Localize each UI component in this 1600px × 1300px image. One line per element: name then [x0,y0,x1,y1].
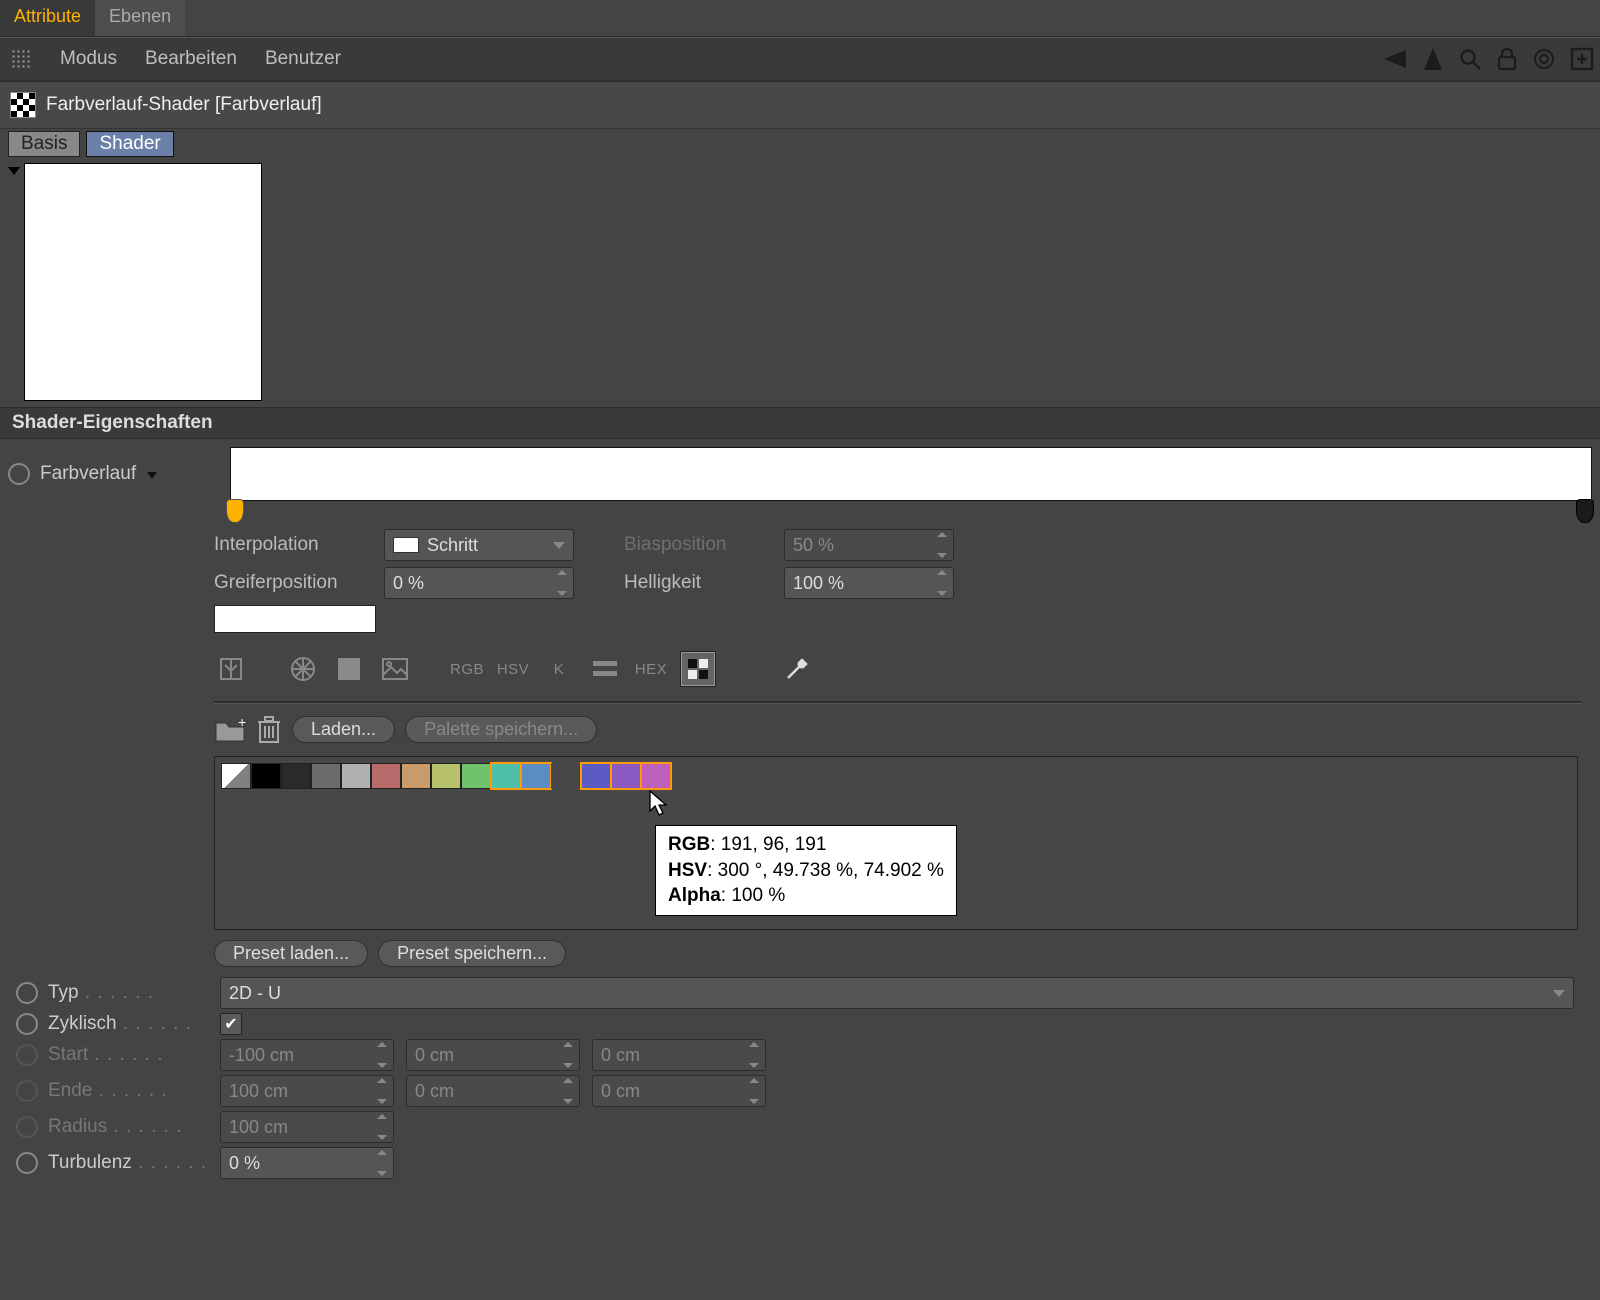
label-end: Ende [48,1080,92,1101]
svg-text:+: + [238,715,246,730]
palette-swatch[interactable] [641,763,671,789]
palette-swatch[interactable] [401,763,431,789]
load-preset-button[interactable]: Preset laden... [214,940,368,967]
mode-hsv-button[interactable]: HSV [496,652,530,686]
target-icon[interactable] [1532,47,1556,71]
label-gradient: Farbverlauf [40,463,220,485]
label-radius: Radius [48,1116,107,1137]
palette-swatch[interactable] [491,763,521,789]
menu-mode[interactable]: Modus [46,48,131,70]
field-start-x: -100 cm [220,1039,394,1071]
label-cyclic: Zyklisch [48,1013,117,1034]
shader-checker-icon [10,92,36,118]
swatch-white-icon [393,537,419,553]
param-knob-radius [16,1116,38,1138]
lock-icon[interactable] [1496,47,1518,71]
field-bias: 50 % [784,529,954,561]
nav-back-icon[interactable] [1382,48,1408,70]
param-knob-cyclic[interactable] [16,1013,38,1035]
palette-swatch[interactable] [581,763,611,789]
collapse-preview-icon[interactable] [8,167,20,175]
field-start-z: 0 cm [592,1039,766,1071]
eyedropper-icon[interactable] [780,652,814,686]
field-brightness[interactable]: 100 % [784,567,954,599]
field-end-x: 100 cm [220,1075,394,1107]
field-turbulence[interactable]: 0 % [220,1147,394,1179]
chevron-down-icon [553,542,565,549]
label-turbulence: Turbulenz [48,1152,132,1173]
gradient-menu-icon[interactable] [147,472,157,479]
new-folder-icon[interactable]: + [214,715,246,743]
tab-layers[interactable]: Ebenen [95,0,185,36]
param-knob-start [16,1044,38,1066]
menu-edit[interactable]: Bearbeiten [131,48,251,70]
palette-swatch[interactable] [551,763,581,789]
field-radius: 100 cm [220,1111,394,1143]
subtab-basis[interactable]: Basis [8,131,80,157]
section-shader-props: Shader-Eigenschaften [0,407,1600,439]
add-panel-icon[interactable] [1570,47,1594,71]
search-icon[interactable] [1458,47,1482,71]
param-knob-turbulence[interactable] [16,1152,38,1174]
label-brightness: Helligkeit [624,572,774,594]
nav-up-icon[interactable] [1422,46,1444,72]
palette-box: RGB: 191, 96, 191 HSV: 300 °, 49.738 %, … [214,756,1578,930]
field-end-y: 0 cm [406,1075,580,1107]
field-start-y: 0 cm [406,1039,580,1071]
palette-swatch[interactable] [341,763,371,789]
palette-swatch[interactable] [221,763,251,789]
clamp-icon[interactable] [214,652,248,686]
palette-swatch[interactable] [431,763,461,789]
param-knob-gradient[interactable] [8,463,30,485]
save-palette-button[interactable]: Palette speichern... [405,716,597,743]
gradient-handle-right[interactable] [1576,499,1594,523]
color-tooltip: RGB: 191, 96, 191 HSV: 300 °, 49.738 %, … [655,825,957,916]
mode-swatches-button[interactable] [680,651,716,687]
mode-sliders-icon[interactable] [588,652,622,686]
load-palette-button[interactable]: Laden... [292,716,395,743]
save-preset-button[interactable]: Preset speichern... [378,940,566,967]
palette-swatch[interactable] [461,763,491,789]
mode-k-button[interactable]: K [542,652,576,686]
view-grid-icon[interactable] [10,48,32,70]
subtab-shader[interactable]: Shader [86,131,173,157]
mode-rgb-button[interactable]: RGB [450,652,484,686]
palette-swatch[interactable] [521,763,551,789]
menu-bar: Modus Bearbeiten Benutzer [0,37,1600,82]
label-type: Typ [48,982,79,1003]
param-knob-type[interactable] [16,982,38,1004]
gradient-handle-left[interactable] [226,499,244,523]
tab-attribute[interactable]: Attribute [0,0,95,36]
trash-icon[interactable] [256,714,282,744]
palette-swatch[interactable] [281,763,311,789]
label-knot-position: Greiferposition [214,572,374,594]
image-icon[interactable] [378,652,412,686]
menu-user[interactable]: Benutzer [251,48,355,70]
shader-title: Farbverlauf-Shader [Farbverlauf] [46,94,322,116]
param-knob-end [16,1080,38,1102]
chevron-down-icon [1553,990,1565,997]
mouse-cursor-icon [647,789,669,817]
palette-swatch[interactable] [371,763,401,789]
label-bias: Biasposition [624,534,774,556]
field-knot-position[interactable]: 0 % [384,567,574,599]
gradient-bar[interactable] [230,447,1592,501]
spectrum-icon[interactable] [332,652,366,686]
field-end-z: 0 cm [592,1075,766,1107]
label-interpolation: Interpolation [214,534,374,556]
mode-hex-button[interactable]: HEX [634,652,668,686]
palette-swatch[interactable] [611,763,641,789]
palette-swatch[interactable] [311,763,341,789]
label-start: Start [48,1044,88,1065]
checkbox-cyclic[interactable]: ✔ [220,1013,242,1035]
palette-swatch[interactable] [251,763,281,789]
color-wheel-icon[interactable] [286,652,320,686]
dropdown-type[interactable]: 2D - U [220,977,1574,1009]
shader-preview[interactable] [24,163,262,401]
current-color-swatch[interactable] [214,605,376,633]
dropdown-interpolation[interactable]: Schritt [384,529,574,561]
